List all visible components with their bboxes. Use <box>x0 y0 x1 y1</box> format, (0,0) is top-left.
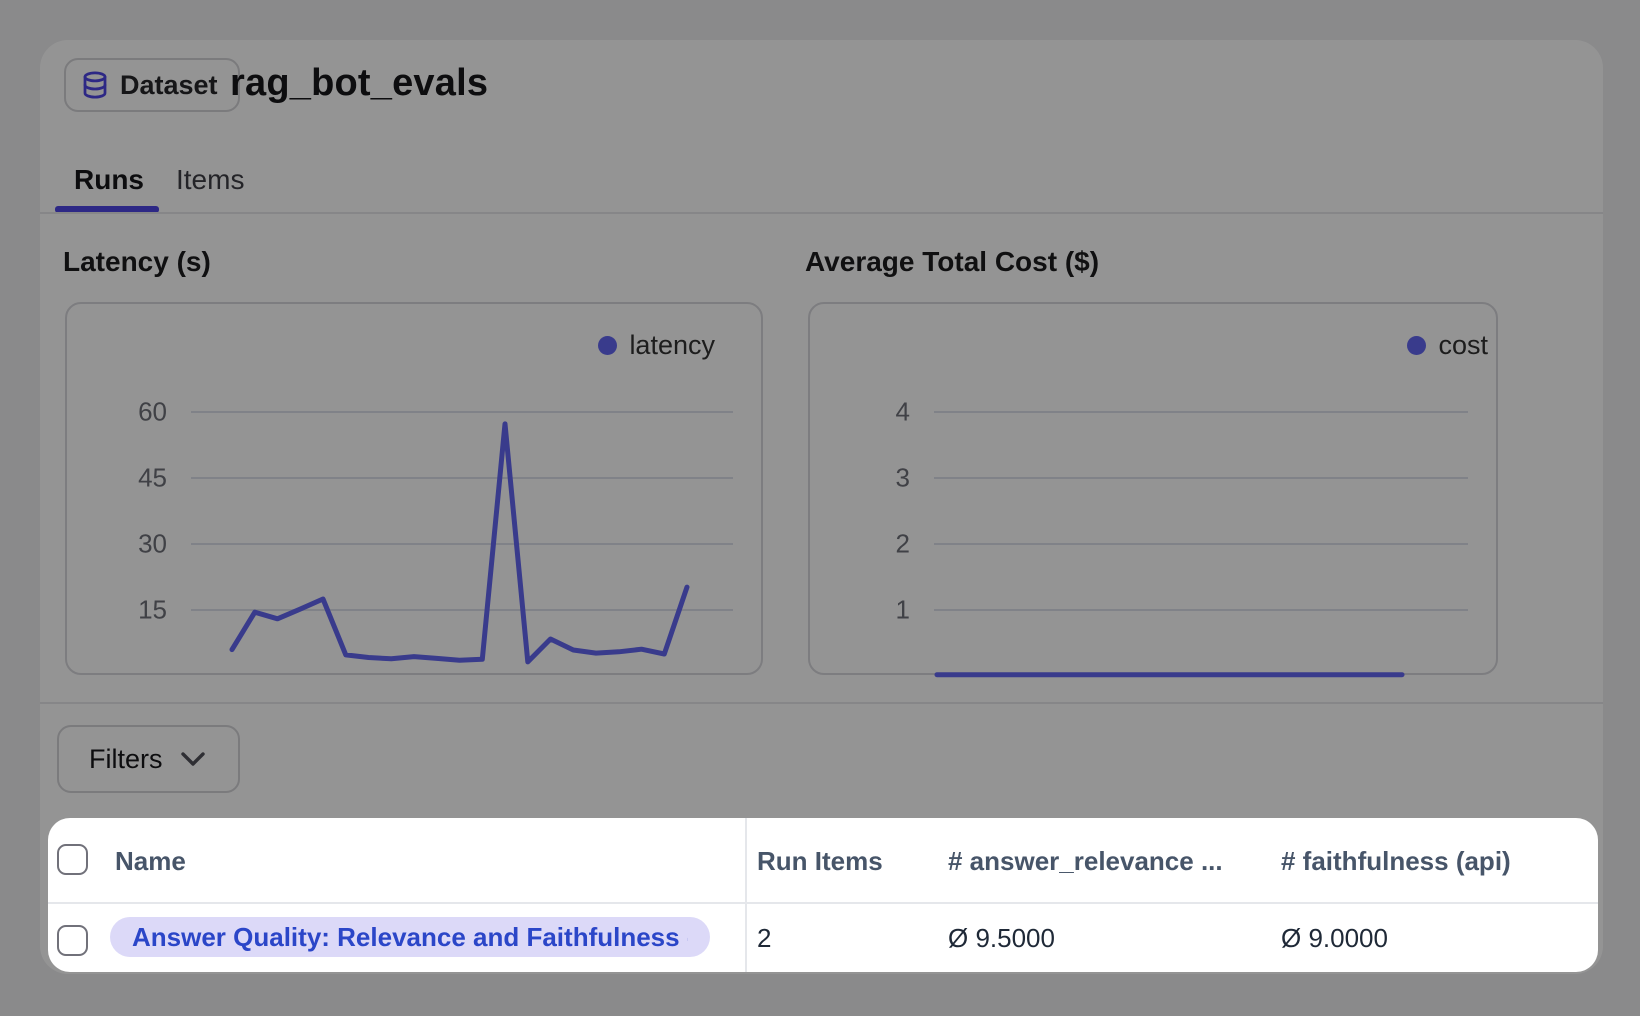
latency-chart-title: Latency (s) <box>63 246 211 278</box>
latency-line <box>232 424 687 662</box>
column-header-answer-relevance: # answer_relevance ... <box>948 846 1223 877</box>
answer-relevance-value: Ø 9.5000 <box>948 923 1055 954</box>
tab-items[interactable]: Items <box>176 164 244 196</box>
page-title: rag_bot_evals <box>230 62 488 105</box>
latency-chart: latency 15304560 <box>65 302 763 675</box>
tab-runs[interactable]: Runs <box>74 164 144 196</box>
run-name-text: Answer Quality: Relevance and Faithfulne… <box>132 922 688 953</box>
cost-chart: cost 1234 <box>808 302 1498 675</box>
filters-button-label: Filters <box>89 744 163 775</box>
chart-canvas <box>67 304 765 677</box>
page-background: Dataset rag_bot_evals Runs Items Latency… <box>0 0 1640 1016</box>
column-header-faithfulness: # faithfulness (api) <box>1281 846 1511 877</box>
table-header-divider <box>48 902 1598 904</box>
column-header-run-items: Run Items <box>757 846 883 877</box>
faithfulness-value: Ø 9.0000 <box>1281 923 1388 954</box>
filters-button[interactable]: Filters <box>57 725 240 793</box>
dataset-badge-label: Dataset <box>120 70 218 101</box>
database-icon <box>80 70 110 100</box>
charts-filters-divider <box>40 702 1603 704</box>
run-name-link[interactable]: Answer Quality: Relevance and Faithfulne… <box>110 917 710 957</box>
cost-chart-title: Average Total Cost ($) <box>805 246 1099 278</box>
chart-canvas <box>810 304 1500 677</box>
select-all-checkbox[interactable] <box>57 844 88 875</box>
runs-table: Name Run Items # answer_relevance ... # … <box>48 818 1598 972</box>
table-column-divider <box>745 818 747 972</box>
dataset-card: Dataset rag_bot_evals Runs Items Latency… <box>40 40 1603 974</box>
dataset-badge: Dataset <box>64 58 240 112</box>
tabbar-divider <box>40 212 1603 214</box>
column-header-name: Name <box>115 846 186 877</box>
row-checkbox[interactable] <box>57 925 88 956</box>
run-items-value: 2 <box>757 923 771 954</box>
chevron-down-icon <box>180 751 206 767</box>
